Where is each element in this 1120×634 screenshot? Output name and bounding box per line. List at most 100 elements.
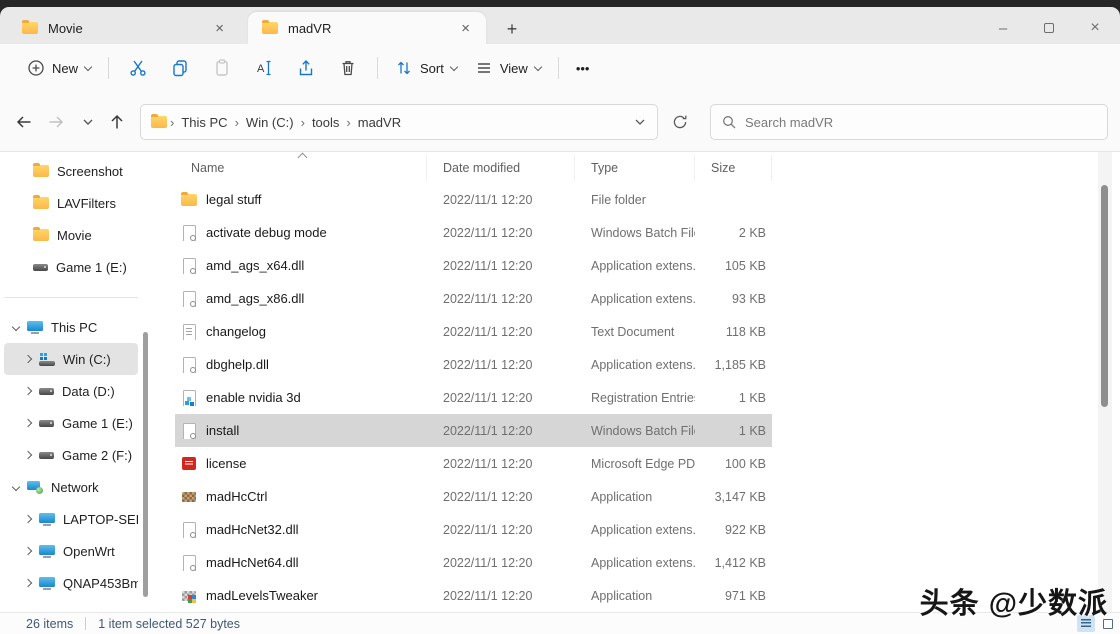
new-button[interactable]: New	[18, 51, 100, 85]
chevron-right-icon[interactable]	[24, 387, 32, 395]
back-button[interactable]	[10, 108, 38, 136]
file-row-legal-stuff[interactable]: legal stuff 2022/11/1 12:20 File folder	[175, 183, 772, 216]
file-row-madhcnet64[interactable]: madHcNet64.dll 2022/11/1 12:20 Applicati…	[175, 546, 772, 579]
text-file-icon	[181, 324, 197, 340]
sidebar-item-label: LAVFilters	[57, 196, 116, 211]
address-dropdown-button[interactable]	[633, 115, 647, 129]
chevron-down-icon[interactable]	[12, 323, 20, 331]
file-row-dbghelp[interactable]: dbghelp.dll 2022/11/1 12:20 Application …	[175, 348, 772, 381]
paste-button[interactable]	[201, 51, 243, 85]
delete-button[interactable]	[327, 51, 369, 85]
tab-movie[interactable]: Movie ×	[8, 12, 240, 44]
sidebar-item-openwrt[interactable]: OpenWrt	[4, 535, 138, 567]
sort-button[interactable]: Sort	[386, 51, 466, 85]
file-row-amd-ags-x64[interactable]: amd_ags_x64.dll 2022/11/1 12:20 Applicat…	[175, 249, 772, 282]
drive-icon	[39, 420, 54, 427]
forward-button[interactable]	[42, 108, 70, 136]
maximize-button[interactable]	[1028, 15, 1070, 41]
breadcrumb-madvr[interactable]: madVR	[354, 115, 405, 130]
sidebar-item-label: QNAP453Bmir	[63, 576, 138, 591]
search-input[interactable]	[745, 115, 1097, 130]
file-row-madhcctrl[interactable]: madHcCtrl 2022/11/1 12:20 Application 3,…	[175, 480, 772, 513]
column-header-name[interactable]: Name	[175, 155, 427, 181]
chevron-right-icon[interactable]	[24, 451, 32, 459]
file-row-enable-nvidia-3d[interactable]: enable nvidia 3d 2022/11/1 12:20 Registr…	[175, 381, 772, 414]
sidebar-item-game1-e[interactable]: Game 1 (E:)	[4, 407, 138, 439]
file-row-changelog[interactable]: changelog 2022/11/1 12:20 Text Document …	[175, 315, 772, 348]
file-row-install[interactable]: install 2022/11/1 12:20 Windows Batch Fi…	[175, 414, 772, 447]
tab-madvr[interactable]: madVR ×	[248, 12, 486, 44]
sidebar-item-data-d[interactable]: Data (D:)	[4, 375, 138, 407]
breadcrumb[interactable]: › This PC › Win (C:) › tools › madVR	[140, 104, 658, 140]
sidebar-item-label: Game 2 (F:)	[62, 448, 132, 463]
sidebar-item-screenshot[interactable]: Screenshot	[4, 155, 138, 187]
chevron-right-icon[interactable]	[24, 579, 32, 587]
cut-button[interactable]	[117, 51, 159, 85]
column-header-date-modified[interactable]: Date modified	[427, 155, 575, 181]
file-row-madhcnet32[interactable]: madHcNet32.dll 2022/11/1 12:20 Applicati…	[175, 513, 772, 546]
sidebar-item-game1-pinned[interactable]: Game 1 (E:)	[4, 251, 138, 283]
new-tab-button[interactable]: +	[500, 19, 524, 41]
sidebar-item-label: Win (C:)	[63, 352, 111, 367]
up-button[interactable]	[103, 108, 131, 136]
see-more-button[interactable]: •••	[567, 51, 599, 85]
network-pc-icon	[39, 577, 55, 590]
breadcrumb-tools[interactable]: tools	[308, 115, 343, 130]
sidebar-item-qnap453bmir[interactable]: QNAP453Bmir	[4, 567, 138, 599]
sidebar-item-movie[interactable]: Movie	[4, 219, 138, 251]
close-window-button[interactable]: ×	[1074, 15, 1116, 41]
breadcrumb-this-pc[interactable]: This PC	[177, 115, 231, 130]
sidebar-item-network[interactable]: Network	[4, 471, 138, 503]
breadcrumb-separator: ›	[232, 115, 242, 130]
chevron-down-icon[interactable]	[12, 483, 20, 491]
dll-file-icon	[181, 258, 197, 274]
file-row-activate-debug-mode[interactable]: activate debug mode 2022/11/1 12:20 Wind…	[175, 216, 772, 249]
tab-label: Movie	[48, 21, 209, 36]
main-area: Screenshot LAVFilters Movie Game 1 (E:)	[0, 152, 1120, 619]
items-count: 26 items	[26, 617, 73, 631]
sort-ascending-icon	[298, 153, 308, 163]
sidebar-item-laptop-serve[interactable]: LAPTOP-SERVE	[4, 503, 138, 535]
breadcrumb-win-c[interactable]: Win (C:)	[242, 115, 298, 130]
tab-bar: Movie × madVR × + – ×	[0, 7, 1120, 44]
svg-text:A: A	[257, 63, 265, 75]
close-tab-icon[interactable]: ×	[209, 21, 230, 36]
sidebar-item-lavfilters[interactable]: LAVFilters	[4, 187, 138, 219]
chevron-right-icon[interactable]	[24, 547, 32, 555]
copy-icon	[170, 58, 190, 78]
copy-button[interactable]	[159, 51, 201, 85]
chevron-right-icon[interactable]	[24, 419, 32, 427]
chevron-right-icon[interactable]	[24, 355, 32, 363]
search-box[interactable]	[710, 104, 1108, 140]
list-scrollbar-thumb[interactable]	[1101, 185, 1108, 407]
file-explorer-window: Movie × madVR × + – × New A	[0, 7, 1120, 634]
file-row-license[interactable]: license 2022/11/1 12:20 Microsoft Edge P…	[175, 447, 772, 480]
sidebar-item-game2-f[interactable]: Game 2 (F:)	[4, 439, 138, 471]
sidebar-item-label: This PC	[51, 320, 97, 335]
refresh-button[interactable]	[666, 108, 694, 136]
view-lines-icon	[475, 59, 493, 77]
column-header-size[interactable]: Size	[695, 155, 772, 181]
sidebar-item-this-pc[interactable]: This PC	[4, 311, 138, 343]
view-button[interactable]: View	[466, 51, 550, 85]
recent-locations-button[interactable]	[74, 108, 102, 136]
sidebar-scrollbar[interactable]	[143, 332, 148, 597]
share-button[interactable]	[285, 51, 327, 85]
sidebar-item-label: Data (D:)	[62, 384, 115, 399]
rename-button[interactable]: A	[243, 51, 285, 85]
file-row-madlevelstweaker[interactable]: madLevelsTweaker 2022/11/1 12:20 Applica…	[175, 579, 772, 612]
scissors-icon	[128, 58, 148, 78]
sidebar-item-win-c[interactable]: Win (C:)	[4, 343, 138, 375]
forward-arrow-icon	[46, 112, 66, 132]
file-row-amd-ags-x86[interactable]: amd_ags_x86.dll 2022/11/1 12:20 Applicat…	[175, 282, 772, 315]
back-arrow-icon	[14, 112, 34, 132]
status-divider	[85, 617, 86, 630]
search-icon	[721, 114, 737, 130]
close-tab-icon[interactable]: ×	[455, 21, 476, 36]
column-header-type[interactable]: Type	[575, 155, 695, 181]
chevron-right-icon[interactable]	[24, 515, 32, 523]
batch-file-icon	[181, 423, 197, 439]
rename-icon: A	[254, 58, 274, 78]
minimize-button[interactable]: –	[982, 15, 1024, 41]
chevron-down-icon	[84, 62, 92, 70]
